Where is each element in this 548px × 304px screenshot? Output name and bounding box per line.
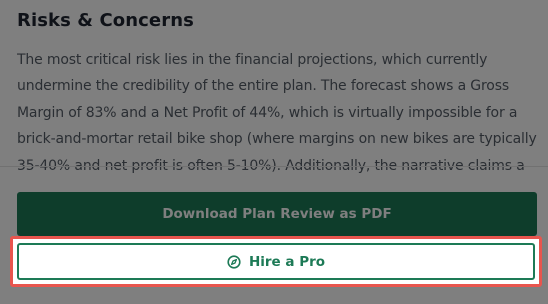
download-pdf-button[interactable]: Download Plan Review as PDF <box>17 192 537 236</box>
hire-pro-button[interactable]: Hire a Pro <box>17 243 535 280</box>
compass-icon <box>227 254 241 269</box>
section-title: Risks & Concerns <box>17 10 194 31</box>
hire-pro-label: Hire a Pro <box>248 253 326 270</box>
download-pdf-label: Download Plan Review as PDF <box>162 206 392 222</box>
section-body: The most critical risk lies in the finan… <box>17 52 537 174</box>
divider <box>0 166 548 167</box>
